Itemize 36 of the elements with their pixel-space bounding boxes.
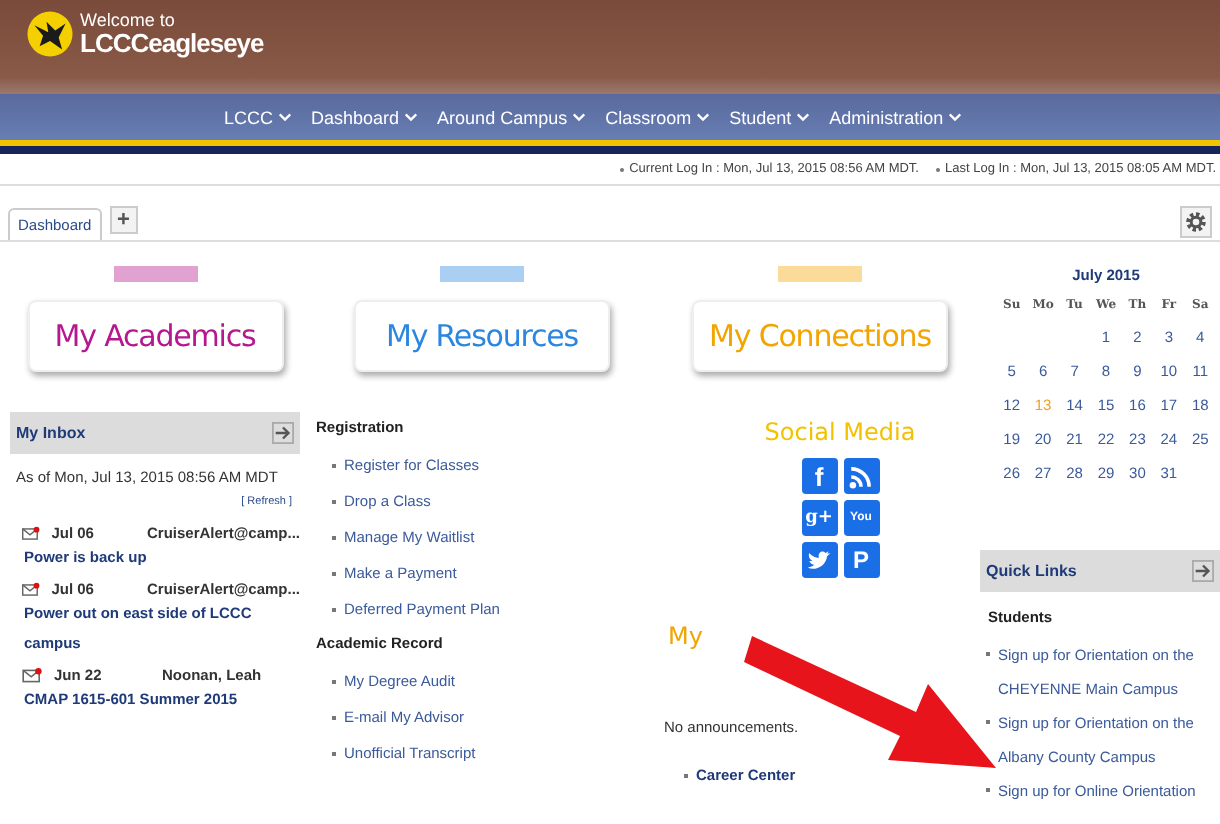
section-title: My <box>668 622 705 650</box>
settings-icon <box>1184 210 1208 234</box>
caret-icon <box>947 112 962 122</box>
add-tab-button[interactable]: + <box>109 206 138 234</box>
tape-strip <box>113 266 197 282</box>
expand-arrow-icon[interactable] <box>1192 560 1214 582</box>
caret-icon <box>571 112 586 122</box>
my-resources-card[interactable]: My Resources <box>354 299 610 371</box>
inbox-title: My Inbox <box>16 424 86 442</box>
caret-icon <box>403 112 418 122</box>
tape-strip <box>778 266 862 282</box>
caret-icon <box>277 112 292 122</box>
nav-menu-item[interactable]: Administration <box>829 107 962 127</box>
nav-menu-item[interactable]: LCCC <box>224 107 292 127</box>
tape-strip <box>440 266 524 282</box>
envelope-icon <box>22 667 42 683</box>
nav-menu-item[interactable]: Around Campus <box>437 107 586 127</box>
caret-icon <box>695 112 710 122</box>
nav-menu-item[interactable]: Classroom <box>605 107 710 127</box>
envelope-icon <box>22 525 40 541</box>
quick-links-title: Quick Links <box>986 562 1077 580</box>
caret-icon <box>795 112 810 122</box>
nav-menu-item[interactable]: Student <box>729 107 810 127</box>
google-plus-icon[interactable]: g+ <box>801 500 837 536</box>
envelope-icon <box>22 581 40 597</box>
bird-icon[interactable] <box>801 542 837 578</box>
site-name: LCCCeagleseye <box>80 30 264 56</box>
expand-arrow-icon[interactable] <box>272 422 294 444</box>
rss-icon[interactable] <box>843 458 879 494</box>
pinterest-icon[interactable]: P <box>843 542 879 578</box>
welcome-text: Welcome to <box>80 12 177 30</box>
nav-menu-item[interactable]: Dashboard <box>311 107 418 127</box>
facebook-icon[interactable]: f <box>801 458 837 494</box>
my-academics-card[interactable]: My Academics <box>27 299 283 371</box>
settings-button[interactable] <box>1180 206 1212 238</box>
social-media-title: Social Media <box>762 418 918 446</box>
